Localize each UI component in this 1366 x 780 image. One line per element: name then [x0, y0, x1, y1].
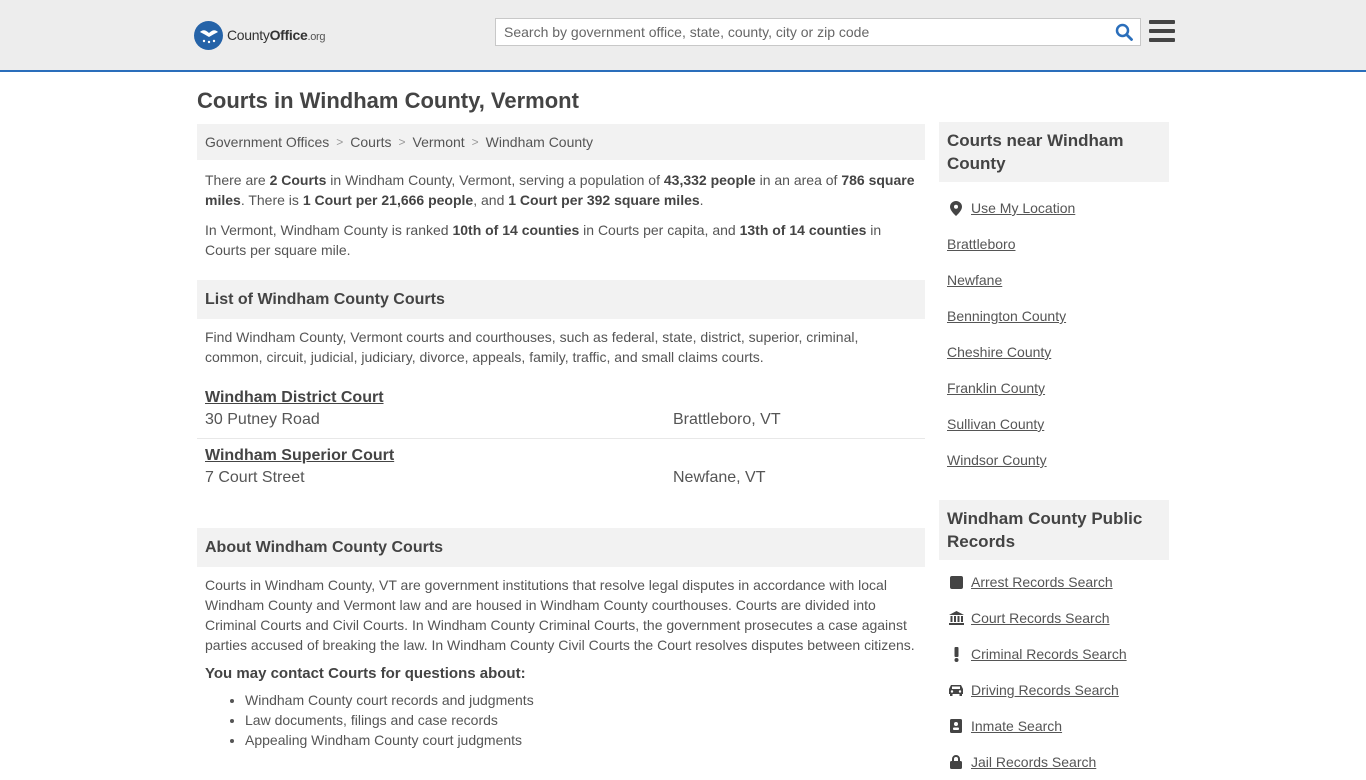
courts-list-heading: List of Windham County Courts: [197, 280, 925, 319]
exclamation-icon: [947, 646, 965, 662]
records-link[interactable]: Criminal Records Search: [971, 646, 1127, 662]
sidebar-item-sullivan-county: Sullivan County: [947, 406, 1161, 442]
intro-summary: There are 2 Courts in Windham County, Ve…: [205, 172, 915, 208]
sidebar-nearby-courts: Courts near Windham County Use My Locati…: [939, 122, 1169, 478]
sidebar-item-driving-records: Driving Records Search: [947, 672, 1161, 708]
nearby-link[interactable]: Brattleboro: [947, 236, 1015, 252]
breadcrumb-windham-county: Windham County: [485, 134, 594, 150]
sidebar-item-use-location: Use My Location: [947, 190, 1161, 226]
intro-ranking: In Vermont, Windham County is ranked 10t…: [205, 222, 882, 258]
list-item: Appealing Windham County court judgments: [245, 730, 925, 750]
records-link[interactable]: Inmate Search: [971, 718, 1062, 734]
search-icon: [1115, 23, 1133, 41]
search-button[interactable]: [1108, 19, 1140, 45]
sidebar-item-newfane: Newfane: [947, 262, 1161, 298]
car-icon: [947, 684, 965, 696]
court-name-link[interactable]: Windham Superior Court: [205, 447, 394, 465]
site-logo[interactable]: CountyOffice.org: [194, 20, 326, 50]
sidebar-item-franklin-county: Franklin County: [947, 370, 1161, 406]
sidebar-item-windsor-county: Windsor County: [947, 442, 1161, 478]
hamburger-menu-icon[interactable]: [1149, 18, 1175, 44]
list-item: Law documents, filings and case records: [245, 710, 925, 730]
logo-eagle-icon: [194, 20, 223, 50]
sidebar-item-cheshire-county: Cheshire County: [947, 334, 1161, 370]
sidebar-item-court-records: Court Records Search: [947, 600, 1161, 636]
courthouse-icon: [947, 611, 965, 625]
court-city: Newfane, VT: [673, 469, 766, 486]
breadcrumb-separator-icon: >: [398, 135, 406, 149]
sidebar-item-criminal-records: Criminal Records Search: [947, 636, 1161, 672]
records-link[interactable]: Driving Records Search: [971, 682, 1119, 698]
logo-text: CountyOffice.org: [227, 27, 326, 43]
nearby-link[interactable]: Cheshire County: [947, 344, 1051, 360]
search-input[interactable]: [496, 19, 1108, 45]
court-address: 30 Putney Road: [205, 411, 320, 428]
about-heading: About Windham County Courts: [197, 528, 925, 567]
nearby-link[interactable]: Windsor County: [947, 452, 1047, 468]
search-bar: [495, 18, 1141, 46]
breadcrumb-separator-icon: >: [471, 135, 479, 149]
breadcrumb-separator-icon: >: [336, 135, 344, 149]
sidebar-item-arrest-records: Arrest Records Search: [947, 564, 1161, 600]
courts-list: Windham District Court 30 Putney Road Br…: [197, 381, 925, 496]
records-link[interactable]: Arrest Records Search: [971, 574, 1113, 590]
main-content: Government Offices > Courts > Vermont > …: [197, 124, 925, 750]
sidebar-public-records: Windham County Public Records Arrest Rec…: [939, 500, 1169, 780]
court-city: Brattleboro, VT: [673, 411, 781, 428]
breadcrumb: Government Offices > Courts > Vermont > …: [197, 124, 925, 160]
id-card-icon: [947, 719, 965, 733]
nearby-link[interactable]: Newfane: [947, 272, 1002, 288]
nearby-link[interactable]: Sullivan County: [947, 416, 1044, 432]
court-listing: Windham Superior Court 7 Court Street Ne…: [197, 439, 925, 496]
list-item: Windham County court records and judgmen…: [245, 690, 925, 710]
sidebar-item-bennington-county: Bennington County: [947, 298, 1161, 334]
sidebar-item-inmate-search: Inmate Search: [947, 708, 1161, 744]
contact-list: Windham County court records and judgmen…: [197, 690, 925, 750]
court-listing: Windham District Court 30 Putney Road Br…: [197, 381, 925, 439]
sidebar-item-brattleboro: Brattleboro: [947, 226, 1161, 262]
sidebar-item-jail-records: Jail Records Search: [947, 744, 1161, 780]
contact-heading: You may contact Courts for questions abo…: [205, 665, 526, 682]
court-name-link[interactable]: Windham District Court: [205, 389, 384, 407]
courts-list-description: Find Windham County, Vermont courts and …: [205, 329, 859, 365]
breadcrumb-vermont[interactable]: Vermont: [413, 134, 465, 150]
nearby-link[interactable]: Bennington County: [947, 308, 1066, 324]
lock-icon: [947, 755, 965, 769]
map-marker-icon: [947, 200, 965, 216]
nearby-link[interactable]: Franklin County: [947, 380, 1045, 396]
square-icon: [947, 575, 965, 589]
use-my-location-link[interactable]: Use My Location: [971, 200, 1075, 216]
breadcrumb-courts[interactable]: Courts: [350, 134, 391, 150]
court-address: 7 Court Street: [205, 469, 305, 486]
about-text: Courts in Windham County, VT are governm…: [205, 577, 915, 653]
sidebar-records-heading: Windham County Public Records: [939, 500, 1169, 560]
sidebar-nearby-heading: Courts near Windham County: [939, 122, 1169, 182]
page-title: Courts in Windham County, Vermont: [197, 88, 579, 113]
site-header: CountyOffice.org: [0, 0, 1366, 72]
records-link[interactable]: Court Records Search: [971, 610, 1110, 626]
breadcrumb-government-offices[interactable]: Government Offices: [205, 134, 329, 150]
